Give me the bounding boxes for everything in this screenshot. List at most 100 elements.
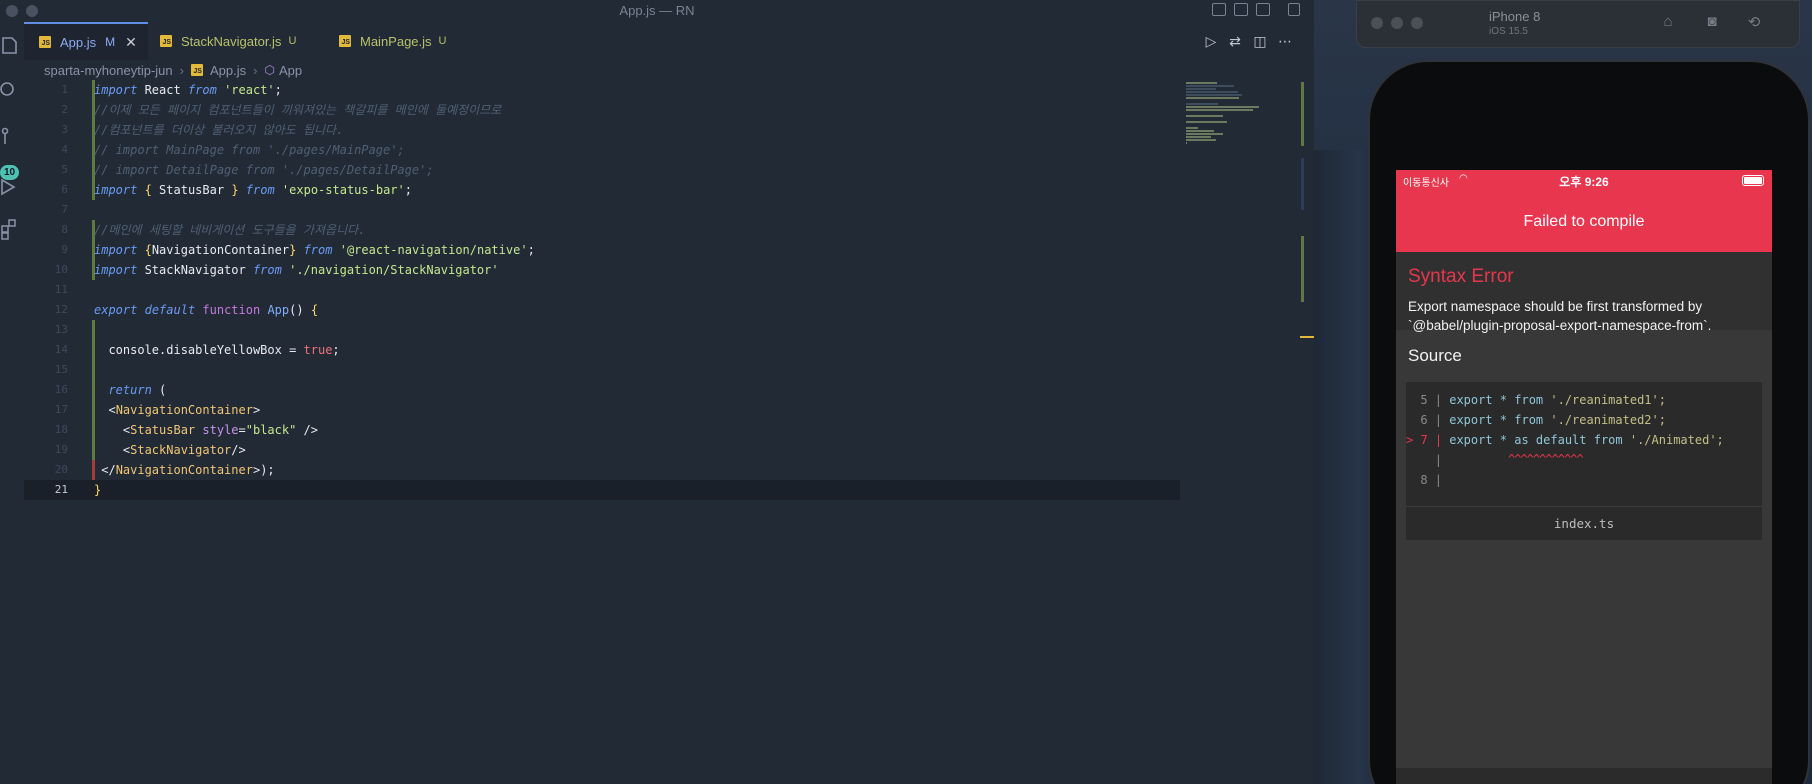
close-tab-icon[interactable]: ✕ bbox=[125, 34, 137, 51]
code-text: import React from 'react'; bbox=[94, 83, 282, 97]
code-line[interactable]: 7 bbox=[24, 200, 1180, 220]
error-message: Export namespace should be first transfo… bbox=[1408, 299, 1712, 333]
status-time: 오후 9:26 bbox=[1559, 175, 1609, 189]
minimap-line bbox=[1186, 121, 1227, 123]
window-close-button[interactable] bbox=[1371, 17, 1383, 29]
scrollbar-change-marker bbox=[1301, 82, 1304, 146]
tab-untracked-badge: U bbox=[438, 35, 447, 47]
home-icon[interactable]: ⌂ bbox=[1657, 13, 1679, 31]
toggle-panel-icon[interactable] bbox=[1234, 3, 1248, 16]
code-text: // import DetailPage from './pages/Detai… bbox=[94, 163, 434, 177]
code-line[interactable]: 6 import { StatusBar } from 'expo-status-… bbox=[24, 180, 1180, 200]
split-editor-icon[interactable]: ◫ bbox=[1251, 32, 1269, 50]
code-line[interactable]: 15 bbox=[24, 360, 1180, 380]
editor-tab-bar: JS App.js M ✕ JS StackNavigator.js U JS … bbox=[24, 22, 1314, 60]
rotate-icon[interactable]: ⟲ bbox=[1743, 13, 1765, 31]
code-line[interactable]: 2 //이제 모든 페이지 컴포넌트들이 끼워져있는 책갈피를 메인에 둘예정이므… bbox=[24, 100, 1180, 120]
minimap-line bbox=[1186, 106, 1260, 108]
code-text: return ( bbox=[108, 383, 167, 397]
code-line[interactable]: 13 bbox=[24, 320, 1180, 340]
iphone-frame: 이동통신사 ◠ 오후 9:26 Failed to compile Syntax… bbox=[1368, 60, 1810, 784]
toggle-sidebar-icon[interactable] bbox=[1212, 3, 1226, 16]
tab-untracked-badge: U bbox=[288, 35, 297, 47]
code-text: import {NavigationContainer} from '@reac… bbox=[94, 243, 535, 257]
code-line[interactable]: 17 <NavigationContainer> bbox=[24, 400, 1180, 420]
error-panel: Syntax Error Export namespace should be … bbox=[1396, 252, 1772, 333]
source-line-marker: 5 | bbox=[1420, 393, 1442, 407]
code-line[interactable]: 9 import {NavigationContainer} from '@rea… bbox=[24, 240, 1180, 260]
code-line[interactable]: 18 <StatusBar style="black" /> bbox=[24, 420, 1180, 440]
code-text: //메인에 세팅할 네비게이션 도구들을 가져옵니다. bbox=[94, 223, 366, 237]
code-line[interactable]: 8 //메인에 세팅할 네비게이션 도구들을 가져옵니다. bbox=[24, 220, 1180, 240]
line-number: 15 bbox=[54, 363, 68, 376]
code-line[interactable]: 20 </NavigationContainer>); bbox=[24, 460, 1180, 480]
source-line: > 7 | export * as default from './Animat… bbox=[1406, 430, 1724, 450]
code-line[interactable]: 16 return ( bbox=[24, 380, 1180, 400]
customize-layout-icon[interactable] bbox=[1288, 3, 1300, 16]
code-line[interactable]: 4 // import MainPage from './pages/MainPa… bbox=[24, 140, 1180, 160]
js-file-icon: JS bbox=[39, 36, 51, 48]
tab-label: MainPage.js bbox=[360, 33, 432, 49]
activity-bar: 10 bbox=[0, 22, 24, 784]
code-line[interactable]: 1 import React from 'react'; bbox=[24, 80, 1180, 100]
minimap-line bbox=[1186, 127, 1198, 129]
source-control-icon[interactable] bbox=[0, 126, 22, 148]
code-line[interactable]: 10 import StackNavigator from './navigati… bbox=[24, 260, 1180, 280]
code-line[interactable]: 5 // import DetailPage from './pages/Deta… bbox=[24, 160, 1180, 180]
minimap-line bbox=[1186, 139, 1216, 141]
code-line[interactable]: 21} bbox=[24, 480, 1180, 500]
line-number: 14 bbox=[54, 343, 68, 356]
minimap-line bbox=[1186, 130, 1214, 132]
tab-stacknavigator-js[interactable]: JS StackNavigator.js U bbox=[160, 22, 310, 60]
gutter-modified-marker bbox=[92, 360, 95, 380]
source-file-name[interactable]: index.ts bbox=[1406, 506, 1762, 540]
code-line[interactable]: 12 export default function App() { bbox=[24, 300, 1180, 320]
minimap-line bbox=[1186, 142, 1188, 144]
minimap-line bbox=[1186, 97, 1239, 99]
line-number: 3 bbox=[61, 123, 68, 136]
source-string: './Animated'; bbox=[1629, 433, 1724, 447]
minimap-line bbox=[1186, 136, 1212, 138]
run-icon[interactable]: ▷ bbox=[1202, 32, 1220, 50]
code-text: import StackNavigator from './navigation… bbox=[94, 263, 499, 277]
search-icon[interactable] bbox=[0, 80, 22, 102]
tab-mainpage-js[interactable]: JS MainPage.js U bbox=[339, 22, 469, 60]
code-line[interactable]: 14 console.disableYellowBox = true; bbox=[24, 340, 1180, 360]
code-text: </NavigationContainer>); bbox=[94, 463, 275, 477]
js-file-icon: JS bbox=[190, 64, 203, 76]
toggle-secondary-sidebar-icon[interactable] bbox=[1256, 3, 1270, 16]
breadcrumb-symbol[interactable]: App bbox=[279, 63, 302, 78]
minimap[interactable] bbox=[1180, 80, 1300, 160]
code-line[interactable]: 11 bbox=[24, 280, 1180, 300]
scrollbar-change-marker bbox=[1301, 236, 1304, 302]
code-text: //이제 모든 페이지 컴포넌트들이 끼워져있는 책갈피를 메인에 둘예정이므로 bbox=[94, 103, 502, 117]
source-code bbox=[1442, 453, 1449, 467]
error-header: Failed to compile bbox=[1396, 192, 1772, 252]
screenshot-icon[interactable]: ◙ bbox=[1701, 13, 1723, 31]
minimap-line bbox=[1186, 88, 1216, 90]
breadcrumb-folder[interactable]: sparta-myhoneytip-jun bbox=[44, 63, 173, 78]
extensions-icon[interactable] bbox=[0, 218, 22, 240]
minimap-line bbox=[1186, 115, 1224, 117]
line-number: 4 bbox=[61, 143, 68, 156]
chevron-right-icon: › bbox=[179, 62, 184, 78]
tab-app-js[interactable]: JS App.js M ✕ bbox=[24, 22, 148, 60]
window-zoom-button[interactable] bbox=[1411, 17, 1423, 29]
code-line[interactable]: 3 //컴포넌트를 더이상 불러오지 않아도 됩니다. bbox=[24, 120, 1180, 140]
code-area[interactable]: 1 import React from 'react'; 2 //이제 모든 페이지 … bbox=[24, 80, 1180, 784]
more-actions-icon[interactable]: ⋯ bbox=[1276, 32, 1294, 50]
code-text: } bbox=[94, 483, 102, 497]
error-carets: ^^^^^^^^^^^^ bbox=[1508, 452, 1584, 466]
compare-changes-icon[interactable]: ⇄ bbox=[1226, 32, 1244, 50]
explorer-icon[interactable] bbox=[0, 34, 22, 56]
minimap-line bbox=[1186, 85, 1234, 87]
line-number: 20 bbox=[54, 463, 68, 476]
line-number: 2 bbox=[61, 103, 68, 116]
line-number: 10 bbox=[54, 263, 68, 276]
breadcrumb-file[interactable]: App.js bbox=[210, 63, 246, 78]
source-code-frame[interactable]: 5 | export * from './reanimated1'; 6 | ex… bbox=[1406, 382, 1762, 540]
code-line[interactable]: 19 <StackNavigator/> bbox=[24, 440, 1180, 460]
window-minimize-button[interactable] bbox=[1391, 17, 1403, 29]
source-line-marker: > 7 | bbox=[1406, 433, 1443, 447]
run-debug-icon[interactable] bbox=[0, 176, 22, 198]
